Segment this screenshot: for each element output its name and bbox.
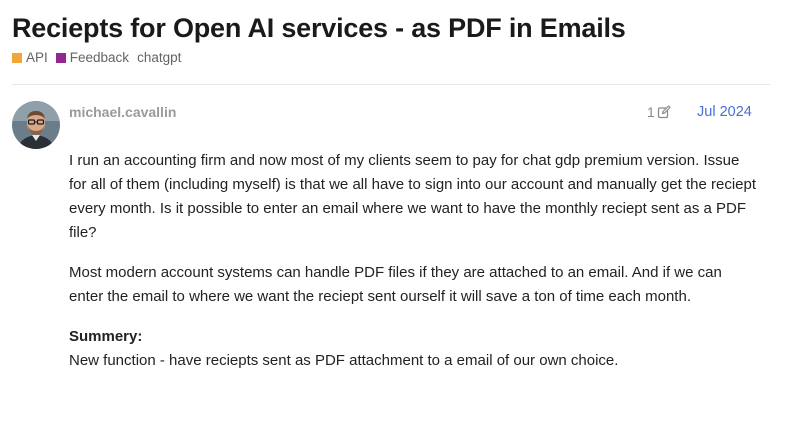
summary-heading: Summery: <box>69 328 143 345</box>
post-date[interactable]: Jul 2024 <box>697 104 752 120</box>
category-swatch-feedback <box>55 52 66 63</box>
category-label-feedback: Feedback <box>69 50 130 65</box>
category-badge-feedback[interactable]: Feedback <box>55 50 130 65</box>
edit-count: 1 <box>647 104 655 120</box>
post-paragraph: Most modern account systems can handle P… <box>69 264 722 305</box>
post-paragraph: I run an accounting firm and now most of… <box>69 152 757 241</box>
post-body: I run an accounting firm and now most of… <box>69 149 759 373</box>
title-divider <box>12 84 770 85</box>
avatar[interactable] <box>12 101 60 149</box>
pencil-icon <box>657 105 671 119</box>
category-label-api: API <box>26 50 48 65</box>
avatar-image <box>12 101 60 149</box>
topic-tags-row: API Feedback chatgpt <box>12 50 181 65</box>
category-swatch-api <box>12 52 22 63</box>
summary-text: New function - have reciepts sent as PDF… <box>69 352 619 369</box>
category-badge-api[interactable]: API <box>12 50 48 65</box>
tag-chatgpt[interactable]: chatgpt <box>137 50 181 65</box>
topic-title[interactable]: Reciepts for Open AI services - as PDF i… <box>12 13 626 44</box>
edit-history-button[interactable]: 1 <box>647 104 671 120</box>
post-author[interactable]: michael.cavallin <box>69 104 176 120</box>
